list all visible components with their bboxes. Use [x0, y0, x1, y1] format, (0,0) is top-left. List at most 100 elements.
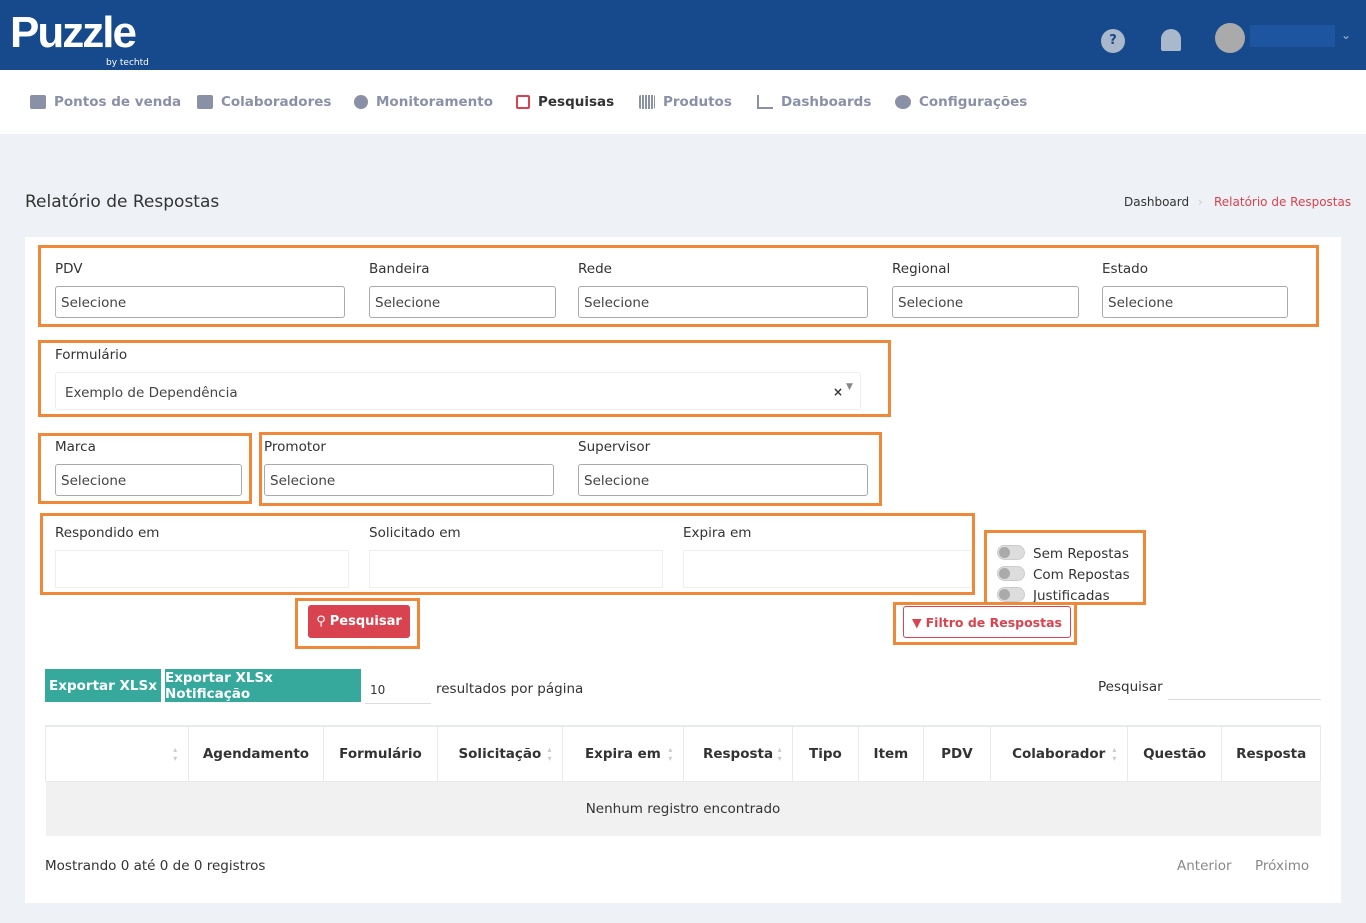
- breadcrumb-separator: ›: [1198, 195, 1203, 209]
- nav-pesquisas[interactable]: Pesquisas: [516, 94, 614, 110]
- clear-icon[interactable]: ×: [833, 385, 843, 399]
- store-icon: [30, 95, 46, 109]
- barcode-icon: [639, 95, 655, 109]
- expira-label: Expira em: [683, 525, 752, 541]
- expira-date-input[interactable]: [683, 550, 972, 588]
- nav-monitoramento[interactable]: Monitoramento: [354, 94, 493, 110]
- column-label: Item: [873, 745, 909, 762]
- search-button[interactable]: ⚲ Pesquisar: [308, 605, 410, 638]
- nav-label: Configurações: [919, 94, 1028, 110]
- respondido-date-input[interactable]: [55, 550, 349, 588]
- user-name-blurred[interactable]: [1250, 25, 1335, 47]
- logo-subtitle: by techtd: [106, 58, 149, 68]
- marca-select[interactable]: Selecione: [55, 464, 242, 496]
- supervisor-label: Supervisor: [578, 439, 651, 455]
- rede-select[interactable]: Selecione: [578, 286, 868, 318]
- toggle-sem-respostas[interactable]: [997, 545, 1025, 560]
- estado-label: Estado: [1102, 261, 1148, 277]
- column-header[interactable]: ▴▾: [45, 725, 189, 782]
- toggle-label: Com Repostas: [1033, 567, 1130, 583]
- solicitado-label: Solicitado em: [369, 525, 461, 541]
- breadcrumb-dashboard[interactable]: Dashboard: [1124, 195, 1189, 209]
- toggle-label: Sem Repostas: [1033, 546, 1129, 562]
- solicitado-date-input[interactable]: [369, 550, 663, 588]
- caret-down-icon[interactable]: ▼: [846, 382, 853, 392]
- column-header[interactable]: Resposta ▴▾: [682, 725, 794, 782]
- table-search-label: Pesquisar: [1098, 679, 1163, 695]
- respondido-label: Respondido em: [55, 525, 160, 541]
- rede-label: Rede: [578, 261, 612, 277]
- search-button-label: Pesquisar: [329, 614, 402, 629]
- nav-label: Pontos de venda: [54, 94, 182, 110]
- nav-label: Colaboradores: [221, 94, 332, 110]
- sort-icon[interactable]: ▴▾: [545, 745, 554, 763]
- column-header[interactable]: PDV: [923, 725, 991, 782]
- nav-label: Monitoramento: [376, 94, 494, 110]
- column-header[interactable]: Tipo: [792, 725, 859, 782]
- nav-produtos[interactable]: Produtos: [639, 94, 732, 110]
- avatar-icon[interactable]: [1215, 23, 1245, 53]
- nav-dashboards[interactable]: Dashboards: [757, 94, 871, 110]
- page-size-select[interactable]: 10: [365, 683, 431, 704]
- sort-icon[interactable]: ▴▾: [666, 745, 675, 763]
- estado-select[interactable]: Selecione: [1102, 286, 1288, 318]
- next-page-button[interactable]: Próximo: [1255, 858, 1309, 874]
- toggle-com-respostas[interactable]: [997, 566, 1025, 581]
- pdv-select[interactable]: Selecione: [55, 286, 345, 318]
- formulario-select[interactable]: Exemplo de Dependência: [55, 372, 861, 410]
- bell-icon[interactable]: [1161, 29, 1181, 51]
- empty-message: Nenhum registro encontrado: [45, 781, 1321, 836]
- survey-icon: [516, 95, 530, 109]
- column-label: Formulário: [339, 745, 422, 762]
- export-xlsx-notification-button[interactable]: Exportar XLSx Notificação: [165, 669, 361, 702]
- toggle-justificadas[interactable]: [997, 587, 1025, 602]
- logo[interactable]: Puzzle: [10, 8, 137, 58]
- help-icon[interactable]: ?: [1101, 29, 1125, 53]
- column-label: Resposta: [1236, 745, 1307, 762]
- promotor-label: Promotor: [264, 439, 326, 455]
- filter-responses-button[interactable]: ▼ Filtro de Respostas: [903, 606, 1071, 638]
- column-label: PDV: [941, 745, 973, 762]
- column-label: Agendamento: [202, 745, 310, 762]
- column-header[interactable]: Item: [857, 725, 925, 782]
- table-search-input[interactable]: [1168, 678, 1321, 700]
- search-icon: ⚲: [316, 614, 326, 629]
- column-header[interactable]: Questão: [1126, 725, 1223, 782]
- nav-colaboradores[interactable]: Colaboradores: [197, 94, 331, 110]
- column-header[interactable]: Resposta: [1221, 725, 1321, 782]
- table-info: Mostrando 0 até 0 de 0 registros: [45, 858, 266, 874]
- column-header[interactable]: Solicitação ▴▾: [436, 725, 564, 782]
- export-xlsx-button[interactable]: Exportar XLSx: [45, 669, 161, 702]
- column-header[interactable]: Expira em ▴▾: [562, 725, 684, 782]
- bandeira-select[interactable]: Selecione: [369, 286, 556, 318]
- page-size-label: resultados por página: [436, 681, 584, 697]
- marca-label: Marca: [55, 439, 96, 455]
- filter-button-label: Filtro de Respostas: [925, 614, 1062, 630]
- pdv-label: PDV: [55, 261, 83, 277]
- chevron-down-icon[interactable]: ⌄: [1341, 28, 1351, 42]
- supervisor-select[interactable]: Selecione: [578, 464, 868, 496]
- nav-pontos-de-venda[interactable]: Pontos de venda: [30, 94, 181, 110]
- nav-label: Dashboards: [781, 94, 872, 110]
- column-label: Solicitação: [458, 745, 542, 762]
- prev-page-button[interactable]: Anterior: [1177, 858, 1232, 874]
- sort-icon[interactable]: ▴▾: [171, 745, 180, 763]
- column-header[interactable]: Agendamento: [187, 725, 325, 782]
- sort-icon[interactable]: ▴▾: [775, 745, 784, 763]
- column-header[interactable]: Formulário: [323, 725, 438, 782]
- column-header[interactable]: Colaborador ▴▾: [989, 725, 1128, 782]
- filter-icon: ▼: [912, 614, 922, 630]
- nav-configuracoes[interactable]: Configurações: [895, 94, 1027, 110]
- bandeira-label: Bandeira: [369, 261, 430, 277]
- formulario-label: Formulário: [55, 347, 128, 363]
- column-label: Expira em: [584, 745, 661, 762]
- regional-select[interactable]: Selecione: [892, 286, 1079, 318]
- nav-label: Produtos: [663, 94, 732, 110]
- column-label: Colaborador: [1012, 745, 1106, 762]
- top-bar: Puzzle by techtd ? ⌄: [0, 0, 1366, 70]
- promotor-select[interactable]: Selecione: [264, 464, 554, 496]
- results-table: ▴▾ Agendamento Formulário Solicitação ▴▾ Expi…: [45, 725, 1321, 836]
- column-label: Questão: [1143, 745, 1207, 762]
- sort-icon[interactable]: ▴▾: [1110, 745, 1119, 763]
- page-title: Relatório de Respostas: [25, 192, 220, 212]
